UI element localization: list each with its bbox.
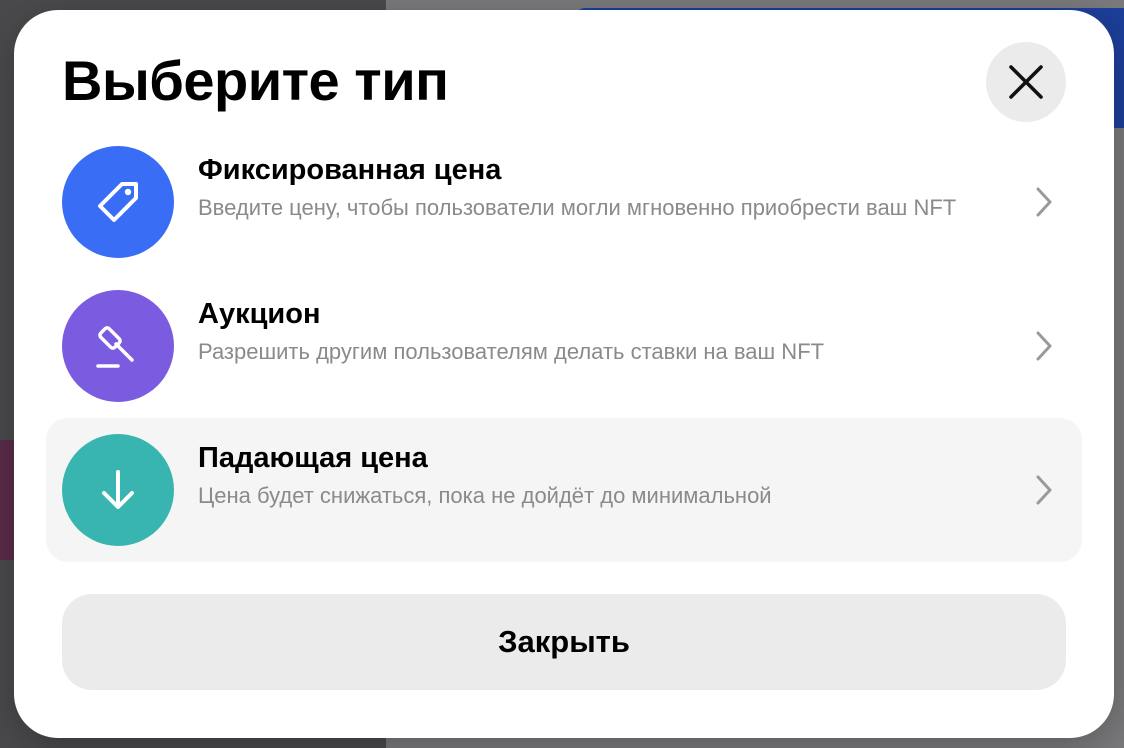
option-title: Аукцион <box>198 298 321 330</box>
select-type-dialog: Выберите тип Фиксированная цена Введите … <box>14 10 1114 738</box>
chevron-right-icon <box>1036 475 1052 505</box>
option-description: Цена будет снижаться, пока не дойдёт до … <box>198 483 772 508</box>
option-title: Фиксированная цена <box>198 154 502 186</box>
price-tag-icon <box>98 182 138 222</box>
option-dutch-auction[interactable]: Падающая цена Цена будет снижаться, пока… <box>46 418 1082 562</box>
dutch-auction-icon-circle <box>62 434 174 546</box>
option-description: Введите цену, чтобы пользователи могли м… <box>198 195 957 220</box>
auction-icon-circle <box>62 290 174 402</box>
option-description: Разрешить другим пользователям делать ст… <box>198 339 825 364</box>
arrow-down-icon <box>102 470 134 509</box>
gavel-icon <box>96 326 134 368</box>
option-text: Фиксированная цена Введите цену, чтобы п… <box>198 152 998 223</box>
fixed-price-icon-circle <box>62 146 174 258</box>
option-text: Аукцион Разрешить другим пользователям д… <box>198 296 998 367</box>
option-auction[interactable]: Аукцион Разрешить другим пользователям д… <box>46 274 1082 418</box>
close-button[interactable]: Закрыть <box>62 594 1066 690</box>
dialog-title: Выберите тип <box>62 49 449 112</box>
option-text: Падающая цена Цена будет снижаться, пока… <box>198 440 998 511</box>
option-title: Падающая цена <box>198 442 428 474</box>
chevron-right-icon <box>1036 187 1052 217</box>
option-fixed-price[interactable]: Фиксированная цена Введите цену, чтобы п… <box>46 130 1082 274</box>
close-icon <box>1009 65 1043 99</box>
close-icon-button[interactable] <box>986 42 1066 122</box>
chevron-right-icon <box>1036 331 1052 361</box>
